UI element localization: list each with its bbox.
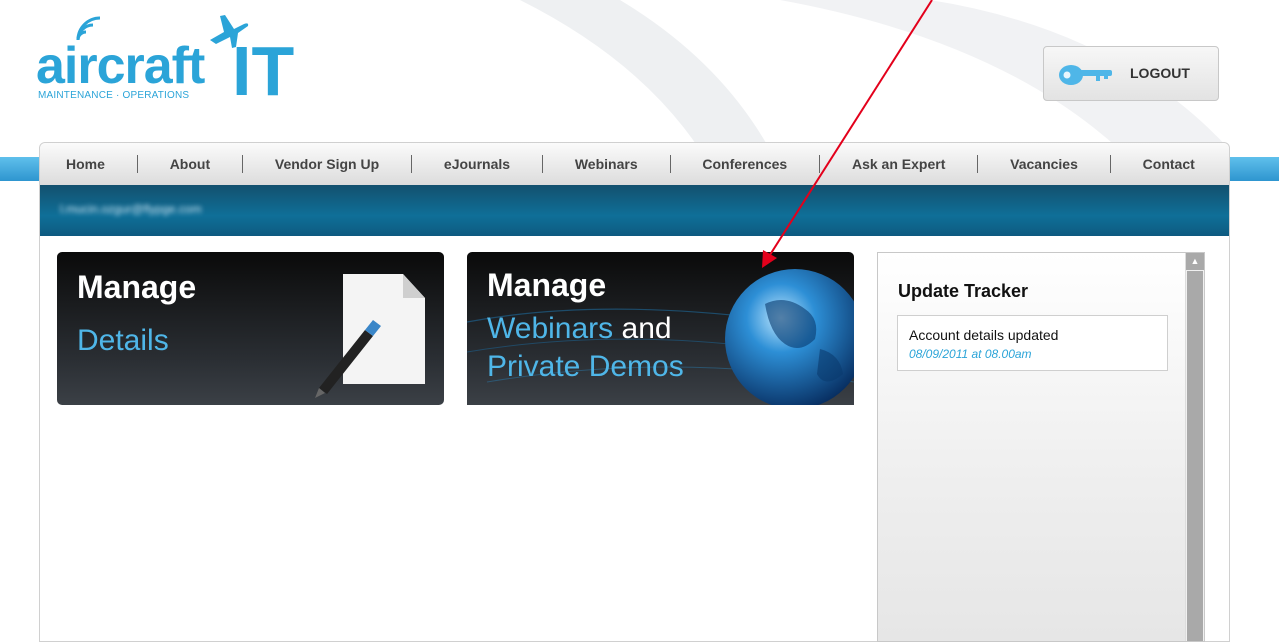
decor-bar-left [0,157,41,181]
nav-separator [669,155,671,173]
main-nav: Home About Vendor Sign Up eJournals Webi… [40,143,1229,185]
tile-subtitle-line2: Private Demos [487,350,684,383]
tracker-scrollbar[interactable]: ▲ [1185,253,1204,641]
pencil-document-icon [315,274,425,398]
scroll-up-arrow-icon[interactable]: ▲ [1186,253,1204,270]
scrollbar-thumb[interactable] [1187,271,1203,641]
nav-separator [242,155,244,173]
nav-ask-an-expert[interactable]: Ask an Expert [852,156,945,172]
nav-separator [541,155,543,173]
nav-vendor-sign-up[interactable]: Vendor Sign Up [275,156,379,172]
nav-separator [136,155,138,173]
tile-subtitle-line1: Webinars and [487,312,672,345]
tracker-item[interactable]: Account details updated 08/09/2011 at 08… [897,315,1168,371]
user-bar: l.mucin.ozgur@flypge.com [40,185,1229,236]
nav-about[interactable]: About [170,156,210,172]
user-email: l.mucin.ozgur@flypge.com [60,202,202,216]
nav-separator [819,155,821,173]
tracker-item-text: Account details updated [909,327,1059,343]
update-tracker-panel: Update Tracker Account details updated 0… [877,252,1205,642]
nav-webinars[interactable]: Webinars [575,156,638,172]
nav-separator [411,155,413,173]
globe-icon [725,269,854,405]
manage-webinars-tile[interactable]: Manage Webinars and Private Demos [467,252,854,405]
manage-details-tile[interactable]: Manage Details [57,252,444,405]
nav-conferences[interactable]: Conferences [702,156,787,172]
decor-bar-right [1229,157,1279,181]
logo-tagline: MAINTENANCE · OPERATIONS [38,90,190,101]
logout-label: LOGOUT [1130,65,1190,81]
tile-subtitle-webinars: Webinars [487,312,614,345]
nav-separator [1109,155,1111,173]
tracker-item-date: 08/09/2011 at 08.00am [909,347,1032,361]
logo-wordmark: aircraft [36,37,205,95]
tile-subtitle: Details [77,324,169,357]
nav-contact[interactable]: Contact [1143,156,1195,172]
key-icon [1059,65,1112,85]
aircraftit-logo[interactable]: aircraft IT MAINTENANCE · OPERATIONS [36,10,306,110]
nav-separator [977,155,979,173]
nav-vacancies[interactable]: Vacancies [1010,156,1078,172]
tracker-title: Update Tracker [898,281,1029,301]
nav-home[interactable]: Home [66,156,105,172]
tile-title: Manage [77,269,197,305]
tile-title: Manage [487,267,607,303]
nav-ejournals[interactable]: eJournals [444,156,510,172]
tile-subtitle-and: and [613,312,672,345]
logout-button[interactable]: LOGOUT [1043,46,1219,101]
logo-it: IT [232,32,295,110]
